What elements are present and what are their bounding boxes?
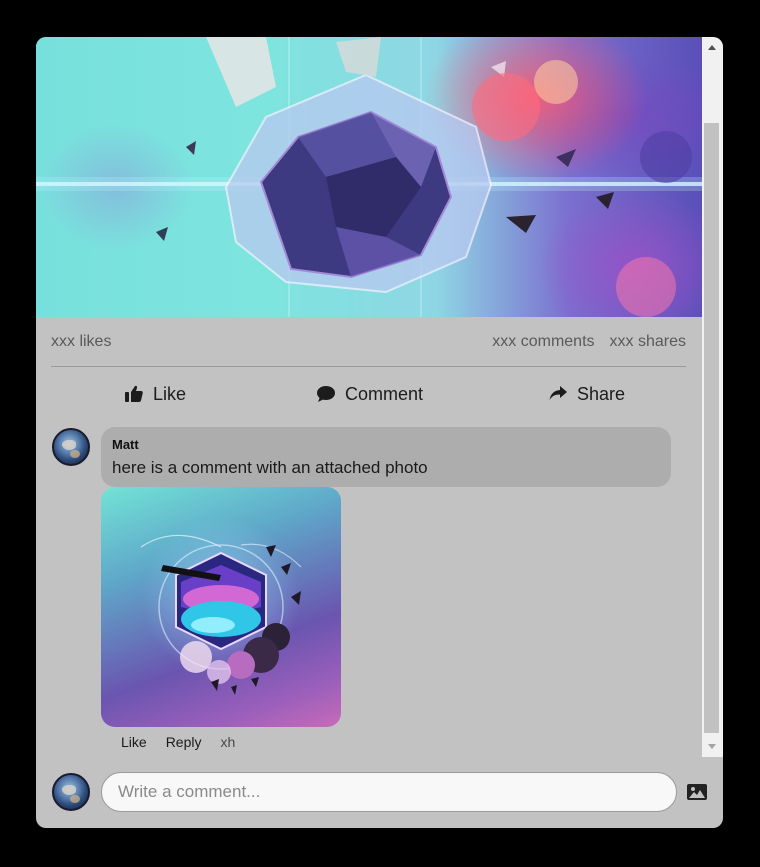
post-actions: Like Comment Share	[51, 377, 686, 411]
speech-bubble-icon	[317, 386, 335, 402]
avatar[interactable]	[52, 428, 90, 466]
comment-input[interactable]	[101, 772, 677, 812]
like-button[interactable]: Like	[124, 377, 186, 411]
share-arrow-icon	[549, 386, 567, 400]
post-panel: xxx likes xxx comments xxx shares Like C…	[36, 37, 723, 828]
comment-bubble: Matt here is a comment with an attached …	[101, 427, 671, 487]
post-scroll-area[interactable]: xxx likes xxx comments xxx shares Like C…	[36, 37, 702, 757]
scrollbar[interactable]	[702, 37, 723, 757]
attach-photo-button[interactable]	[686, 781, 708, 803]
current-user-avatar	[52, 773, 90, 811]
share-button[interactable]: Share	[548, 377, 625, 411]
comment-button-label: Comment	[345, 383, 424, 404]
comment-actions: Like Reply xh	[121, 734, 235, 750]
scrollbar-thumb[interactable]	[704, 123, 719, 733]
comment-author[interactable]: Matt	[112, 437, 139, 452]
comment-reply-link[interactable]: Reply	[166, 734, 202, 750]
stats-divider	[51, 366, 686, 367]
post-stats: xxx likes xxx comments xxx shares	[51, 333, 686, 355]
comment-attached-photo[interactable]	[101, 487, 341, 727]
share-button-label: Share	[577, 383, 626, 404]
comment-text: here is a comment with an attached photo	[112, 458, 428, 477]
post-image	[36, 37, 702, 317]
comments-count[interactable]: xxx comments	[492, 333, 594, 351]
comment-button[interactable]: Comment	[316, 377, 423, 411]
image-icon	[687, 784, 707, 800]
scroll-down-arrow-icon[interactable]	[702, 738, 723, 755]
scroll-up-arrow-icon[interactable]	[702, 39, 723, 56]
comment-timestamp: xh	[220, 734, 236, 750]
thumbs-up-icon	[125, 385, 143, 402]
like-button-label: Like	[153, 383, 187, 404]
comment-like-link[interactable]: Like	[121, 734, 147, 750]
shares-count[interactable]: xxx shares	[610, 333, 686, 351]
likes-count[interactable]: xxx likes	[51, 333, 111, 351]
